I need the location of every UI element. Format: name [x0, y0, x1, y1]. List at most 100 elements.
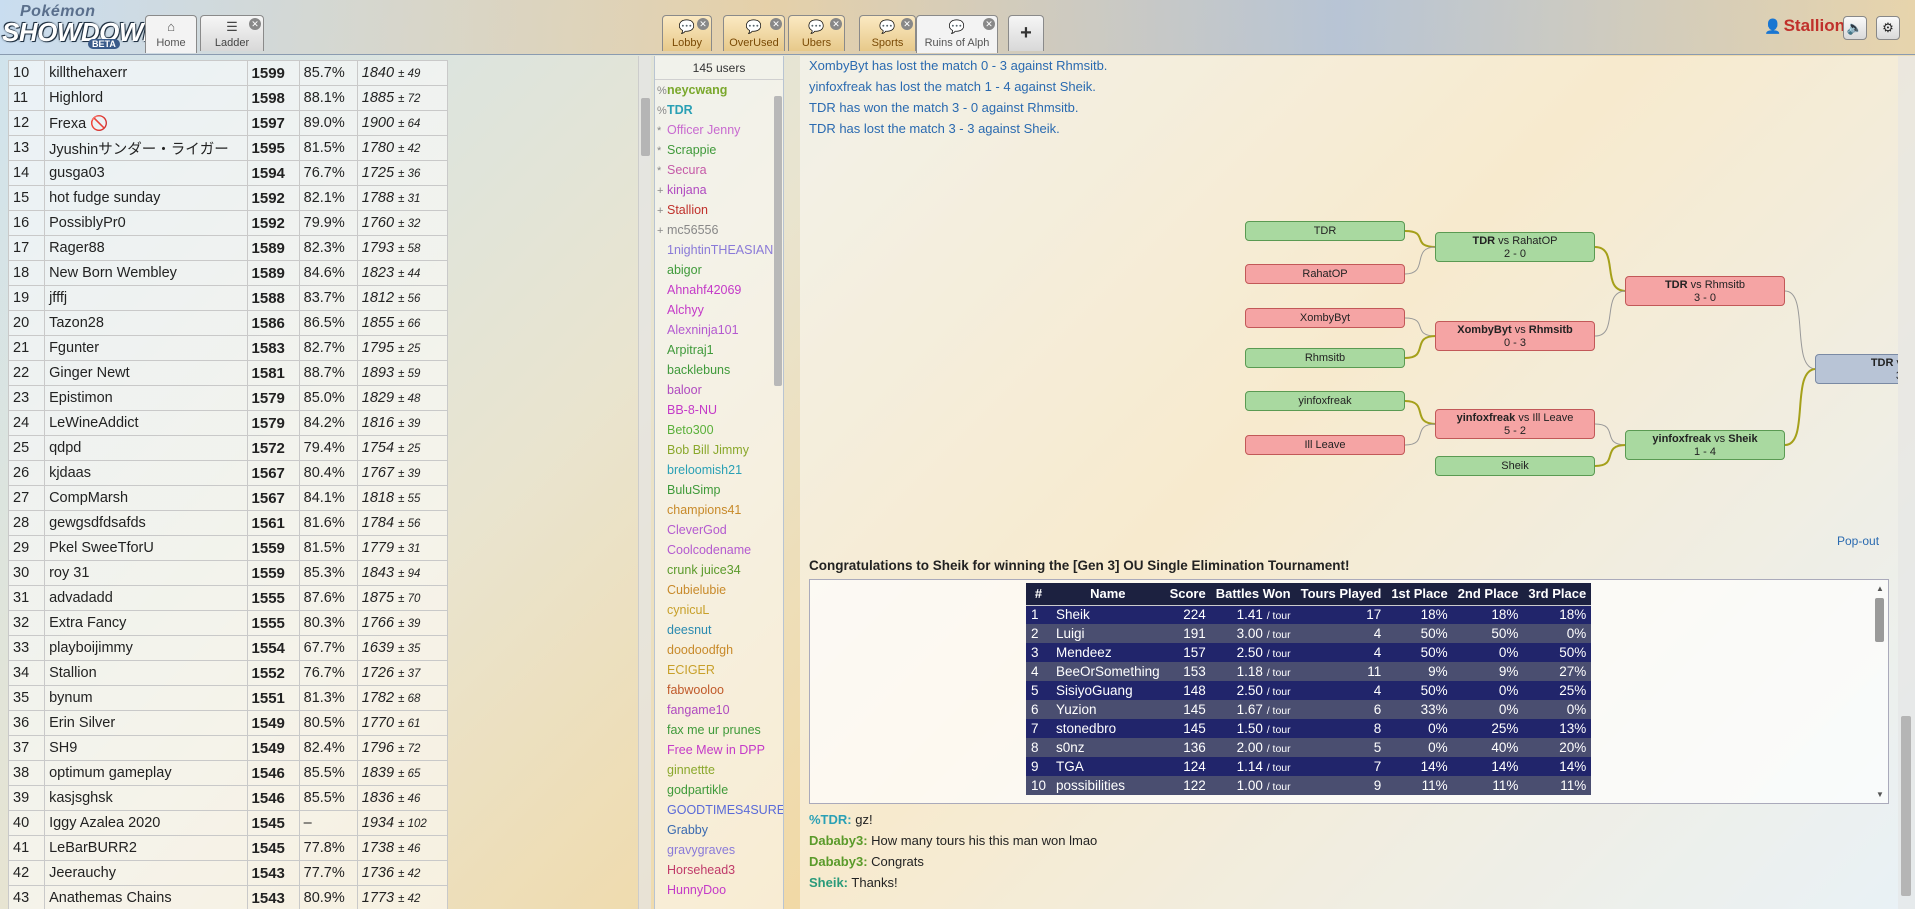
tab-home[interactable]: ⌂ Home: [145, 15, 197, 53]
ladder-player-name[interactable]: qdpd: [44, 435, 248, 461]
stats-name[interactable]: TGA: [1051, 757, 1165, 776]
scroll-up-icon[interactable]: ▲: [1874, 584, 1886, 593]
userlist-item[interactable]: cynicuL: [655, 600, 783, 620]
stats-header[interactable]: Battles Won: [1210, 583, 1296, 606]
new-room-button[interactable]: +: [1008, 15, 1044, 51]
userlist-item[interactable]: HunnyDoo: [655, 880, 783, 900]
stats-header[interactable]: Name: [1051, 583, 1165, 606]
userlist-scroll-thumb[interactable]: [774, 96, 782, 386]
bracket-player[interactable]: yinfoxfreak: [1245, 391, 1405, 411]
ladder-player-name[interactable]: bynum: [44, 685, 248, 711]
ladder-player-name[interactable]: kasjsghsk: [44, 785, 248, 811]
tab-room-ruins-of-alph[interactable]: 💬 Ruins of Alph ✕: [916, 15, 998, 53]
ladder-player-name[interactable]: gusga03: [44, 160, 248, 186]
userlist-item[interactable]: Alchyy: [655, 300, 783, 320]
ladder-player-name[interactable]: gewgsdfdsafds: [44, 510, 248, 536]
ladder-player-name[interactable]: Ginger Newt: [44, 360, 248, 386]
bracket-player[interactable]: Rhmsitb: [1245, 348, 1405, 368]
close-icon[interactable]: ✕: [770, 18, 782, 30]
stats-scrollbar[interactable]: ▲ ▼: [1874, 584, 1886, 799]
userlist-item[interactable]: Alexninja101: [655, 320, 783, 340]
ladder-player-name[interactable]: killthehaxerr: [44, 60, 248, 86]
userlist-item[interactable]: deesnut: [655, 620, 783, 640]
bracket-match[interactable]: yinfoxfreak vs Ill Leave 5 - 2: [1435, 409, 1595, 439]
ladder-player-name[interactable]: advadadd: [44, 585, 248, 611]
stats-name[interactable]: BeeOrSomething: [1051, 662, 1165, 681]
userlist-item[interactable]: Cubielubie: [655, 580, 783, 600]
userlist-item[interactable]: %TDR: [655, 100, 783, 120]
chat-username[interactable]: Dababy3:: [809, 854, 868, 869]
userlist-item[interactable]: %neycwang: [655, 80, 783, 100]
ladder-player-name[interactable]: LeWineAddict: [44, 410, 248, 436]
stats-name[interactable]: possibilities: [1051, 776, 1165, 795]
stats-header[interactable]: Score: [1164, 583, 1211, 606]
userlist-item[interactable]: crunk juice34: [655, 560, 783, 580]
userlist-item[interactable]: abigor: [655, 260, 783, 280]
ladder-player-name[interactable]: Frexa 🚫: [44, 110, 248, 136]
stats-name[interactable]: s0nz: [1051, 738, 1165, 757]
stats-name[interactable]: Luigi: [1051, 624, 1165, 643]
userlist-scrollbar[interactable]: [772, 56, 784, 909]
userlist-item[interactable]: * Secura: [655, 160, 783, 180]
userlist-item[interactable]: 1nightinTHEASIAN: [655, 240, 783, 260]
bracket-match[interactable]: XombyByt vs Rhmsitb 0 - 3: [1435, 321, 1595, 351]
ladder-player-name[interactable]: kjdaas: [44, 460, 248, 486]
ladder-scrollbar[interactable]: [638, 56, 651, 909]
tab-room-sports[interactable]: 💬 Sports ✕: [859, 15, 916, 51]
ladder-player-name[interactable]: Highlord: [44, 85, 248, 111]
ladder-player-name[interactable]: Rager88: [44, 235, 248, 261]
bracket-match[interactable]: yinfoxfreak vs Sheik 1 - 4: [1625, 430, 1785, 460]
userlist-item[interactable]: Ahnahf42069: [655, 280, 783, 300]
userlist-item[interactable]: Beto300: [655, 420, 783, 440]
close-icon[interactable]: ✕: [901, 18, 913, 30]
ladder-player-name[interactable]: LeBarBURR2: [44, 835, 248, 861]
userlist-item[interactable]: godpartikle: [655, 780, 783, 800]
close-icon[interactable]: ✕: [697, 18, 709, 30]
userlist-item[interactable]: fax me ur prunes: [655, 720, 783, 740]
ladder-player-name[interactable]: hot fudge sunday: [44, 185, 248, 211]
ladder-player-name[interactable]: PossiblyPr0: [44, 210, 248, 236]
userlist-item[interactable]: backlebuns: [655, 360, 783, 380]
bracket-match[interactable]: TDR vs Rhmsitb 3 - 0: [1625, 276, 1785, 306]
userlist-item[interactable]: BB-8-NU: [655, 400, 783, 420]
userlist-item[interactable]: + kinjana: [655, 180, 783, 200]
userlist-item[interactable]: baloor: [655, 380, 783, 400]
userlist-item[interactable]: Arpitraj1: [655, 340, 783, 360]
userlist-item[interactable]: Bob Bill Jimmy: [655, 440, 783, 460]
userlist-item[interactable]: gravygraves: [655, 840, 783, 860]
scroll-down-icon[interactable]: ▼: [1874, 790, 1886, 799]
ladder-player-name[interactable]: Tazon28: [44, 310, 248, 336]
userlist-item[interactable]: CleverGod: [655, 520, 783, 540]
ladder-player-name[interactable]: Anathemas Chains: [44, 885, 248, 909]
stats-name[interactable]: stonedbro: [1051, 719, 1165, 738]
ladder-player-name[interactable]: New Born Wembley: [44, 260, 248, 286]
stats-header[interactable]: 1st Place: [1386, 583, 1453, 606]
ladder-player-name[interactable]: Jeerauchy: [44, 860, 248, 886]
chat-username[interactable]: %TDR:: [809, 812, 852, 827]
userlist-item[interactable]: fabwooloo: [655, 680, 783, 700]
ladder-player-name[interactable]: Extra Fancy: [44, 610, 248, 636]
tab-room-ubers[interactable]: 💬 Ubers ✕: [788, 15, 845, 51]
bracket-match[interactable]: TDR v3: [1815, 354, 1898, 384]
userlist-item[interactable]: doodoodfgh: [655, 640, 783, 660]
ladder-player-name[interactable]: jfffj: [44, 285, 248, 311]
ladder-player-name[interactable]: Jyushinサンダー・ライガー: [44, 135, 248, 161]
stats-name[interactable]: Sheik: [1051, 605, 1165, 624]
sound-button[interactable]: 🔈: [1843, 16, 1867, 40]
userlist-item[interactable]: + mc56556: [655, 220, 783, 240]
bracket-player[interactable]: Sheik: [1435, 456, 1595, 476]
stats-header[interactable]: 2nd Place: [1452, 583, 1524, 606]
ladder-player-name[interactable]: Erin Silver: [44, 710, 248, 736]
stats-name[interactable]: Mendeez: [1051, 643, 1165, 662]
ladder-player-name[interactable]: Stallion: [44, 660, 248, 686]
userlist-item[interactable]: ECIGER: [655, 660, 783, 680]
userlist-item[interactable]: ginnettte: [655, 760, 783, 780]
userlist-item[interactable]: breloomish21: [655, 460, 783, 480]
close-icon[interactable]: ✕: [830, 18, 842, 30]
ladder-player-name[interactable]: Iggy Azalea 2020: [44, 810, 248, 836]
ladder-player-name[interactable]: SH9: [44, 735, 248, 761]
chat-username[interactable]: Sheik:: [809, 875, 848, 890]
ladder-player-name[interactable]: Epistimon: [44, 385, 248, 411]
ladder-player-name[interactable]: optimum gameplay: [44, 760, 248, 786]
userlist-item[interactable]: BuluSimp: [655, 480, 783, 500]
